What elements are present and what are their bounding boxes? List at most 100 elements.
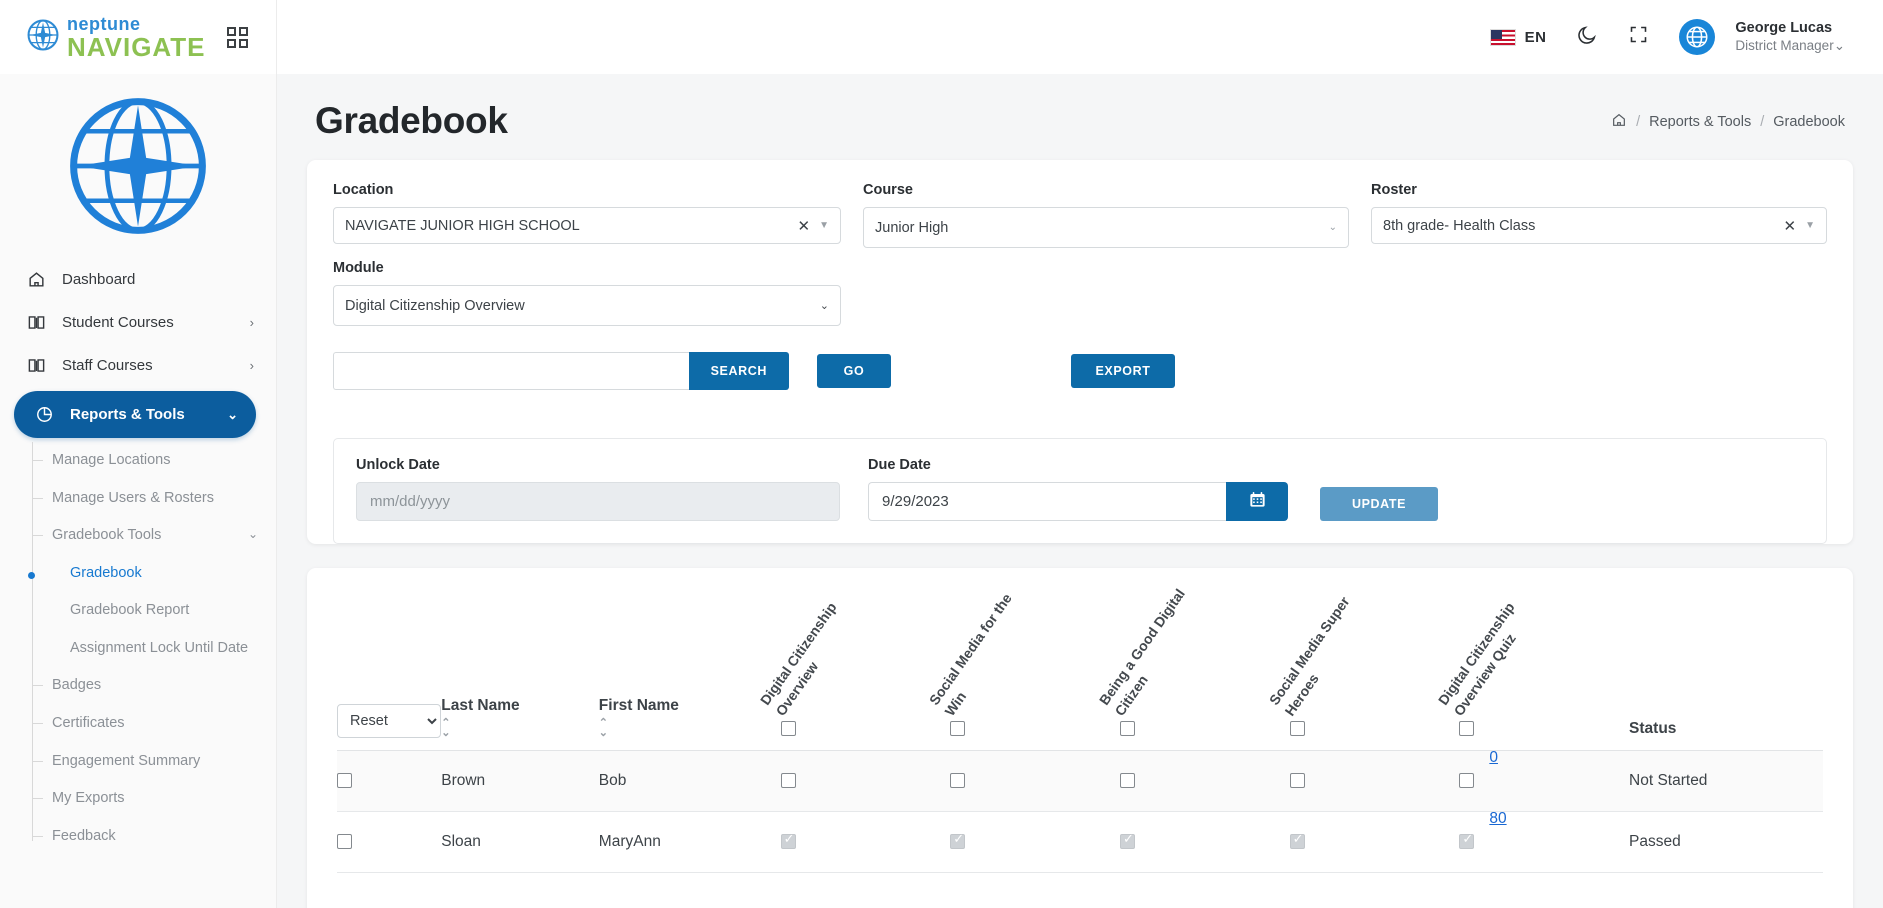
assignment-checkbox	[1289, 832, 1305, 850]
first-name-column-header[interactable]: First Name ⌃ ⌄	[598, 590, 781, 751]
sidebar-item-gradebook-tools[interactable]: ⌄ Gradebook Tools	[32, 517, 276, 555]
chevron-down-icon[interactable]: ⌄	[1329, 222, 1337, 233]
active-dot-icon	[28, 571, 35, 579]
course-value: Junior High	[875, 219, 949, 236]
unlock-date-label: Unlock Date	[356, 457, 440, 473]
sidebar-item-reports-and-tools[interactable]: Reports & Tools ⌄	[14, 391, 256, 438]
last-name-column-header[interactable]: Last Name ⌃ ⌄	[441, 590, 599, 751]
chevron-down-icon[interactable]: ▼	[1805, 220, 1815, 231]
chevron-down-icon[interactable]: ⌄	[820, 299, 829, 312]
assignment-checkbox[interactable]	[1289, 773, 1305, 789]
sidebar-item-my-exports[interactable]: My Exports	[32, 780, 276, 818]
breadcrumb-item-gradebook[interactable]: Gradebook	[1773, 114, 1845, 130]
assignment-select-all-checkbox[interactable]	[1459, 721, 1475, 737]
home-icon[interactable]	[1611, 112, 1627, 132]
unlock-date-input[interactable]: mm/dd/yyyy	[356, 482, 840, 521]
assignment-select-all-checkbox[interactable]	[780, 721, 796, 737]
unlock-date-placeholder: mm/dd/yyyy	[370, 493, 451, 510]
search-input[interactable]	[333, 352, 689, 390]
sidebar-item-dashboard[interactable]: Dashboard	[0, 258, 276, 301]
page-title: Gradebook	[315, 100, 508, 141]
go-button[interactable]: GO	[817, 354, 891, 388]
search-button[interactable]: SEARCH	[688, 352, 789, 390]
course-label: Course	[863, 182, 913, 198]
sidebar-item-certificates[interactable]: Certificates	[32, 705, 276, 743]
status-cell: Passed	[1629, 833, 1681, 850]
apps-grid-icon[interactable]	[227, 26, 249, 48]
assignment-cell: 80	[1459, 810, 1629, 873]
assignment-column-header: Being a Good Digital Citizen	[1096, 586, 1290, 751]
sidebar-item-feedback[interactable]: Feedback	[32, 818, 276, 856]
row-select-checkbox[interactable]	[337, 773, 352, 789]
filters-area: Location NAVIGATE JUNIOR HIGH SCHOOL ✕ ▼…	[307, 160, 1853, 416]
sidebar-item-student-courses[interactable]: Student Courses ›	[0, 301, 276, 344]
assignment-cell	[780, 812, 951, 873]
sidebar-item-gradebook-report[interactable]: Gradebook Report	[52, 592, 276, 630]
dates-panel: Unlock Date mm/dd/yyyy Due Date 9/29/202…	[333, 438, 1827, 544]
sidebar-subitem-label: Certificates	[52, 714, 125, 731]
sort-arrows-icon[interactable]: ⌃ ⌄	[599, 718, 781, 739]
assignment-checkbox[interactable]	[1459, 773, 1475, 789]
score-link[interactable]: 80	[1489, 810, 1506, 828]
table-row: Brown Bob 0 Not Started	[337, 749, 1823, 812]
page-header: Gradebook / Reports & Tools / Gradebook	[277, 74, 1883, 142]
assignment-select-all-checkbox[interactable]	[1289, 721, 1305, 737]
app-root: neptune NAVIGATE Dashboard Student Cours…	[0, 0, 1883, 908]
sidebar-item-manage-locations[interactable]: Manage Locations	[32, 442, 276, 480]
assignment-select-all-checkbox[interactable]	[950, 721, 966, 737]
filters-row-1: Location NAVIGATE JUNIOR HIGH SCHOOL ✕ ▼…	[333, 182, 1827, 326]
brand-logo[interactable]: neptune NAVIGATE	[26, 15, 205, 60]
sidebar-item-assignment-lock-until-date[interactable]: Assignment Lock Until Date	[52, 630, 276, 668]
dark-mode-toggle[interactable]	[1576, 24, 1598, 51]
module-select[interactable]: Digital Citizenship Overview ⌄	[333, 285, 841, 326]
chevron-down-icon[interactable]: ▼	[819, 220, 829, 231]
assignment-column-header: Digital Citizenship Overview	[756, 590, 951, 751]
breadcrumb-item-reports-tools[interactable]: Reports & Tools	[1649, 114, 1751, 130]
course-select[interactable]: Junior High ⌄	[863, 207, 1349, 248]
due-date-value: 9/29/2023	[882, 493, 949, 510]
chevron-down-icon: ⌄	[227, 406, 238, 422]
breadcrumb: / Reports & Tools / Gradebook	[1611, 112, 1845, 142]
assignment-checkbox	[1119, 832, 1135, 850]
course-field-group: Course Junior High ⌄	[841, 182, 1349, 326]
assignment-checkbox	[950, 832, 966, 850]
assignment-checkbox[interactable]	[1119, 773, 1135, 789]
language-selector[interactable]: EN	[1489, 28, 1547, 46]
user-menu[interactable]: George Lucas District Manager⌄	[1679, 19, 1845, 56]
assignment-cell	[1119, 812, 1290, 873]
assignment-checkbox[interactable]	[780, 773, 796, 789]
sidebar-subitem-label: Feedback	[52, 827, 116, 844]
location-select[interactable]: NAVIGATE JUNIOR HIGH SCHOOL ✕ ▼	[333, 207, 841, 244]
calendar-button[interactable]	[1226, 482, 1288, 521]
sidebar-item-gradebook[interactable]: Gradebook	[28, 555, 276, 593]
sidebar-item-badges[interactable]: Badges	[32, 667, 276, 705]
calendar-icon	[1248, 490, 1267, 514]
update-button[interactable]: UPDATE	[1320, 487, 1438, 521]
assignment-checkbox[interactable]	[950, 773, 966, 789]
assignment-select-all-checkbox[interactable]	[1119, 721, 1135, 737]
sidebar-item-engagement-summary[interactable]: Engagement Summary	[32, 743, 276, 781]
us-flag-icon	[1489, 28, 1516, 46]
assignment-cell	[1289, 812, 1460, 873]
sort-arrows-icon[interactable]: ⌃ ⌄	[441, 718, 599, 739]
roster-select[interactable]: 8th grade- Health Class ✕ ▼	[1371, 207, 1827, 244]
globe-compass-icon	[26, 18, 60, 57]
score-link[interactable]: 0	[1489, 749, 1498, 767]
reset-dropdown[interactable]: Reset	[337, 704, 441, 738]
sidebar-nav: Dashboard Student Courses › Staff Course	[0, 252, 276, 855]
sidebar-subnav: Manage Locations Manage Users & Rosters …	[0, 442, 276, 855]
assignment-cell	[780, 751, 951, 812]
export-button[interactable]: EXPORT	[1071, 354, 1175, 388]
fullscreen-button[interactable]	[1628, 24, 1649, 50]
clear-icon[interactable]: ✕	[1775, 217, 1806, 235]
due-date-control: 9/29/2023	[868, 482, 1288, 521]
sidebar-item-staff-courses[interactable]: Staff Courses ›	[0, 344, 276, 387]
clear-icon[interactable]: ✕	[789, 217, 820, 235]
due-date-input[interactable]: 9/29/2023	[868, 482, 1226, 521]
assignment-checkbox	[1459, 832, 1475, 850]
chevron-down-icon[interactable]: ⌄	[1834, 38, 1845, 53]
sidebar-item-manage-users-rosters[interactable]: Manage Users & Rosters	[32, 480, 276, 518]
user-role: District Manager	[1735, 38, 1834, 53]
book-icon	[26, 312, 47, 333]
row-select-checkbox[interactable]	[337, 834, 352, 850]
